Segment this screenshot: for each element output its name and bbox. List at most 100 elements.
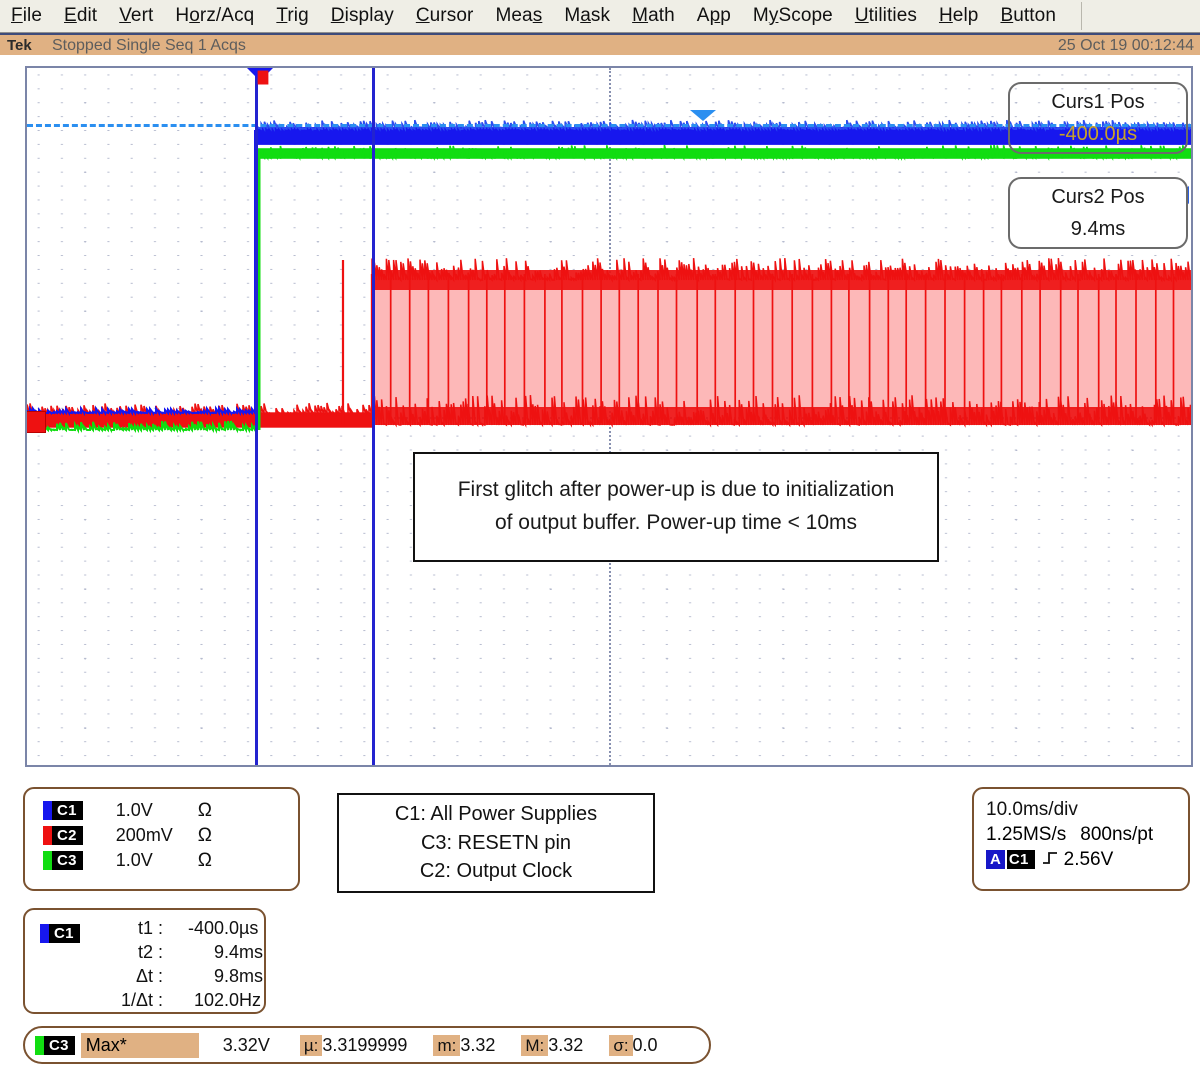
cursor-t2-value: 9 bbox=[168, 942, 224, 963]
measurement-mean-value: 3.3199999 bbox=[322, 1035, 407, 1055]
channel-impedance-c2: Ω bbox=[198, 825, 212, 847]
annotation-line-1: First glitch after power-up is due to in… bbox=[458, 474, 895, 507]
menu-item-display[interactable]: Display bbox=[320, 5, 405, 27]
menu-divider bbox=[1081, 2, 1082, 30]
cursor-row-freq: 1/Δt : 102 .0Hz bbox=[77, 990, 264, 1014]
trigger-row[interactable]: A C1 2.56V bbox=[986, 847, 1188, 872]
menu-item-trig[interactable]: Trig bbox=[265, 5, 319, 27]
annotation-note-box: First glitch after power-up is due to in… bbox=[413, 452, 939, 562]
cursor-row-delta-t: Δt : 9 .8ms bbox=[77, 966, 264, 990]
cursor-freq-label: 1/Δt : bbox=[77, 990, 168, 1011]
menu-item-vert[interactable]: Vert bbox=[108, 5, 164, 27]
cursor-channel-swatch bbox=[40, 924, 49, 943]
description-line-1: C1: All Power Supplies bbox=[395, 800, 597, 828]
trigger-channel-label: C1 bbox=[1007, 850, 1031, 869]
cursor1-readout-value: -400.0µs bbox=[1010, 123, 1186, 146]
cursor2-top-marker-icon[interactable] bbox=[690, 110, 716, 121]
channel-row-c3[interactable]: C3 1.0V Ω bbox=[43, 848, 298, 873]
channel2-level-marker[interactable]: 2 ➜ bbox=[25, 411, 46, 433]
cursor-t1-value: -400 bbox=[168, 918, 224, 939]
menu-item-math[interactable]: Math bbox=[621, 5, 686, 27]
annotation-line-2: of output buffer. Power-up time < 10ms bbox=[495, 507, 857, 540]
trigger-source-badge: A bbox=[986, 850, 1005, 869]
menu-item-cursor[interactable]: Cursor bbox=[405, 5, 485, 27]
channel2-marker-arrow-icon: ➜ bbox=[25, 414, 27, 430]
menu-item-button[interactable]: Button bbox=[989, 5, 1067, 27]
waveform-graticule[interactable]: 2 ➜ ▇ Curs1 Pos -400.0µs Curs2 Pos 9.4ms… bbox=[25, 66, 1193, 767]
cursor2-vertical-line[interactable] bbox=[372, 68, 375, 765]
channel-color-swatch-c1 bbox=[43, 801, 52, 820]
sample-rate-row: 1.25MS/s 800ns/pt bbox=[986, 822, 1188, 847]
menu-item-file[interactable]: FFileile bbox=[0, 5, 53, 27]
measurement-sigma-value: 0.0 bbox=[633, 1035, 658, 1055]
tek-logo: Tek bbox=[7, 37, 32, 54]
cursor-t1-unit: .0µs bbox=[224, 918, 258, 939]
description-line-3: C2: Output Clock bbox=[420, 857, 572, 885]
cursor-t1-label: t1 : bbox=[77, 918, 168, 939]
measurement-value: 3.32V bbox=[223, 1035, 270, 1056]
channel-rows: C1 1.0V Ω C2 200mV Ω C3 1.0V Ω bbox=[43, 798, 298, 873]
menu-item-mask[interactable]: Mask bbox=[553, 5, 621, 27]
measurement-bar[interactable]: C3 Max* 3.32V µ:3.3199999 m:3.32 M:3.32 … bbox=[23, 1026, 711, 1064]
rising-edge-icon bbox=[1042, 850, 1058, 870]
waveform-traces bbox=[27, 68, 1191, 765]
trace-c2 bbox=[372, 258, 1191, 425]
measurement-mean: µ:3.3199999 bbox=[300, 1035, 408, 1056]
channel-chip-label-c1: C1 bbox=[55, 801, 79, 820]
channel-chip-label-c2: C2 bbox=[55, 826, 79, 845]
cursor-t2-label: t2 : bbox=[77, 942, 168, 963]
cursor-freq-unit: .0Hz bbox=[224, 990, 261, 1011]
channel-chip-c2: C2 bbox=[43, 826, 83, 845]
channel-chip-label-c3: C3 bbox=[55, 851, 79, 870]
cursor-row-t2: t2 : 9 .4ms bbox=[77, 942, 264, 966]
menu-item-meas[interactable]: Meas bbox=[484, 5, 553, 27]
channel-impedance-c1: Ω bbox=[198, 800, 212, 822]
measurement-channel-swatch bbox=[35, 1036, 44, 1055]
measurement-channel-chip: C3 bbox=[35, 1036, 75, 1055]
menu-item-utilities[interactable]: Utilities bbox=[844, 5, 928, 27]
trigger-level-tick-icon: ▇ bbox=[258, 70, 268, 83]
channel-scale-c1: 1.0V bbox=[116, 800, 188, 821]
menu-item-help[interactable]: Help bbox=[928, 5, 989, 27]
cursor-row-t1: t1 : -400 .0µs bbox=[77, 918, 264, 942]
measurement-mean-label: µ: bbox=[300, 1035, 323, 1056]
cursor-t2-unit: .4ms bbox=[224, 942, 263, 963]
menu-item-myscope[interactable]: MyScope bbox=[742, 5, 844, 27]
trigger-channel-chip: C1 bbox=[1007, 850, 1035, 869]
channel-impedance-c3: Ω bbox=[198, 850, 212, 872]
cursor-delta-t-unit: .8ms bbox=[224, 966, 263, 987]
measurement-sigma: σ:0.0 bbox=[609, 1035, 657, 1056]
channel-chip-c1: C1 bbox=[43, 801, 83, 820]
cursor-channel-label: C1 bbox=[52, 924, 76, 943]
status-bar: Tek Stopped Single Seq 1 Acqs 25 Oct 19 … bbox=[0, 33, 1200, 55]
measurement-max-value: 3.32 bbox=[548, 1035, 583, 1055]
measurement-min-value: 3.32 bbox=[460, 1035, 495, 1055]
channel-settings-panel[interactable]: C1 1.0V Ω C2 200mV Ω C3 1.0V Ω bbox=[23, 787, 300, 891]
menu-item-edit[interactable]: Edit bbox=[53, 5, 108, 27]
cursor2-readout-value: 9.4ms bbox=[1010, 218, 1186, 241]
channel-row-c2[interactable]: C2 200mV Ω bbox=[43, 823, 298, 848]
cursor-freq-value: 102 bbox=[168, 990, 224, 1011]
cursor1-vertical-line[interactable] bbox=[255, 68, 258, 765]
cursor-measurement-panel[interactable]: C1 t1 : -400 .0µs t2 : 9 .4ms Δt : 9 .8m… bbox=[23, 908, 266, 1014]
timebase-trigger-panel[interactable]: 10.0ms/div 1.25MS/s 800ns/pt A C1 2.56V bbox=[972, 787, 1190, 891]
sample-rate: 1.25MS/s bbox=[986, 824, 1066, 846]
description-line-2: C3: RESETN pin bbox=[421, 829, 571, 857]
measurement-max: M:3.32 bbox=[521, 1035, 583, 1056]
cursor1-position-readout[interactable]: Curs1 Pos -400.0µs bbox=[1008, 82, 1188, 154]
cursor2-position-readout[interactable]: Curs2 Pos 9.4ms bbox=[1008, 177, 1188, 249]
channel-chip-c3: C3 bbox=[43, 851, 83, 870]
channel-color-swatch-c2 bbox=[43, 826, 52, 845]
trigger-level: 2.56V bbox=[1064, 849, 1114, 871]
channel-row-c1[interactable]: C1 1.0V Ω bbox=[43, 798, 298, 823]
measurement-min-label: m: bbox=[433, 1035, 460, 1056]
measurement-max-label: M: bbox=[521, 1035, 548, 1056]
cursor2-readout-title: Curs2 Pos bbox=[1010, 186, 1186, 209]
channel-scale-c3: 1.0V bbox=[116, 850, 188, 871]
cursor-channel-chip: C1 bbox=[40, 924, 80, 943]
measurement-name[interactable]: Max* bbox=[81, 1033, 199, 1058]
menu-item-horz-acq[interactable]: Horz/Acq bbox=[164, 5, 265, 27]
measurement-min: m:3.32 bbox=[433, 1035, 495, 1056]
menu-item-app[interactable]: App bbox=[686, 5, 742, 27]
sample-resolution: 800ns/pt bbox=[1080, 824, 1153, 846]
